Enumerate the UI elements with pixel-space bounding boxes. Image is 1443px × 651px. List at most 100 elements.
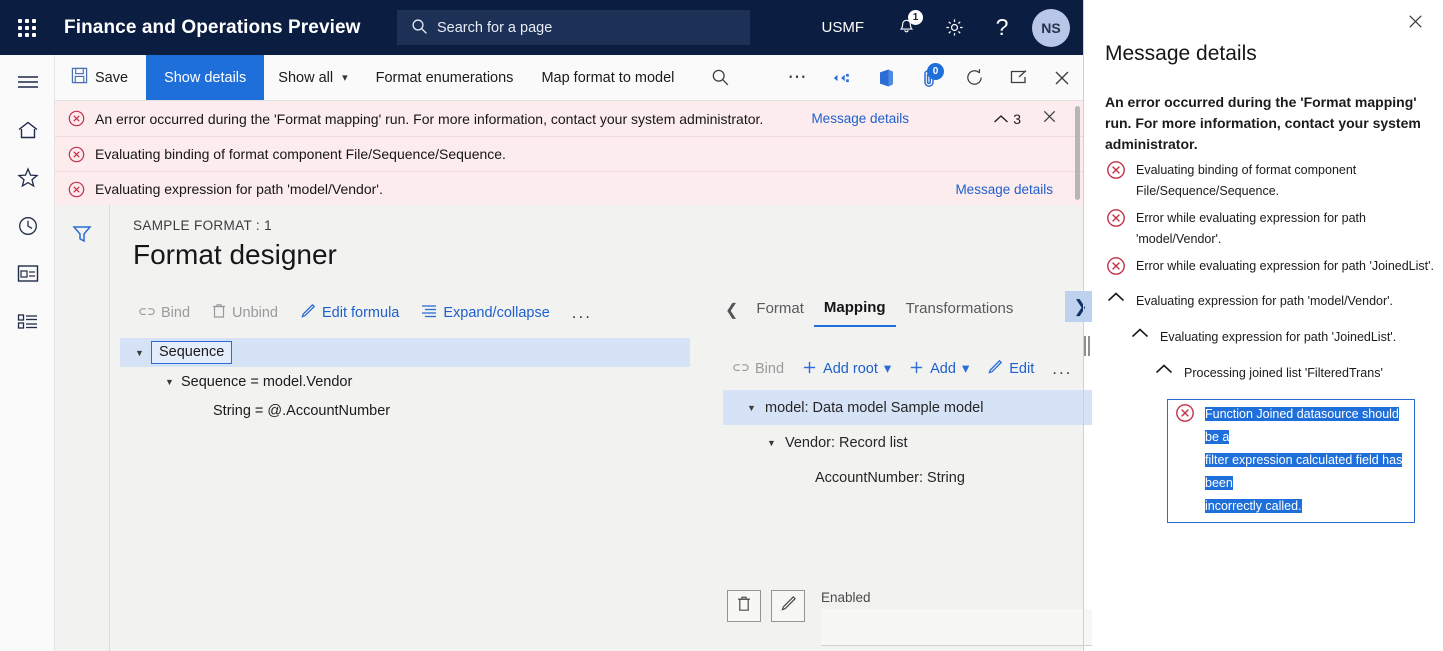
tree-row[interactable]: ▼ Vendor: Record list <box>723 425 1093 460</box>
format-enumerations-button[interactable]: Format enumerations <box>362 55 528 100</box>
sidebar-item-hamburger-menu[interactable] <box>0 62 55 106</box>
chevron-up-icon[interactable] <box>1129 327 1151 349</box>
enabled-input[interactable] <box>821 609 1109 646</box>
message-bar: An error occurred during the 'Format map… <box>55 101 1084 205</box>
trace-node[interactable]: Evaluating expression for path 'model/Ve… <box>1105 291 1439 313</box>
close-icon[interactable] <box>1406 12 1425 36</box>
tab-format[interactable]: Format <box>746 294 814 326</box>
trace-node[interactable]: Evaluating expression for path 'JoinedLi… <box>1129 327 1439 349</box>
add-label: Add <box>930 361 956 377</box>
page-title: Format designer <box>133 239 337 271</box>
sidebar-item-recent[interactable] <box>0 206 55 250</box>
tab-mapping[interactable]: Mapping <box>814 293 896 327</box>
notifications-button[interactable]: 1 <box>888 10 924 46</box>
expander-icon[interactable]: ▼ <box>165 377 181 387</box>
delete-button[interactable] <box>727 590 761 622</box>
link-icon <box>733 360 749 378</box>
error-list: Evaluating binding of format component F… <box>1105 160 1439 523</box>
bind-label: Bind <box>755 361 784 377</box>
overflow-menu-button[interactable]: ⋯ <box>776 55 820 100</box>
link-icon <box>139 304 155 322</box>
expander-icon[interactable]: ▼ <box>767 438 785 448</box>
pane-tabs: ❮ Format Mapping Transformations <box>725 293 1023 327</box>
tree-row[interactable]: AccountNumber: String <box>723 460 1093 495</box>
format-tree: ▼ Sequence ▼ Sequence = model.Vendor Str… <box>135 338 695 425</box>
tree-row[interactable]: ▼ Sequence = model.Vendor <box>135 367 695 396</box>
bind-button[interactable]: Bind <box>131 300 198 326</box>
panel-title: Message details <box>1105 42 1257 66</box>
chevron-left-icon[interactable]: ❮ <box>725 296 746 324</box>
error-icon <box>1105 255 1127 277</box>
global-search-box[interactable]: Search for a page <box>397 10 750 45</box>
modules-icon <box>17 313 39 336</box>
company-selector[interactable]: USMF <box>822 19 865 36</box>
message-bar-scrollbar[interactable] <box>1075 106 1080 200</box>
expand-collapse-button[interactable]: Expand/collapse <box>413 300 557 326</box>
page-header: SAMPLE FORMAT : 1 Format designer <box>133 218 337 271</box>
edit-formula-button[interactable]: Edit formula <box>292 299 407 327</box>
show-all-label: Show all <box>278 70 333 86</box>
open-in-new-window-icon[interactable] <box>996 55 1040 100</box>
expander-icon[interactable]: ▼ <box>135 348 151 358</box>
collapse-messages-button[interactable]: 3 <box>993 111 1021 127</box>
attachments-button[interactable]: 0 <box>908 55 952 100</box>
error-icon <box>1105 159 1127 181</box>
bind-button[interactable]: Bind <box>725 356 792 382</box>
chevron-down-icon: ▾ <box>884 361 891 377</box>
add-button[interactable]: Add ▾ <box>901 356 977 383</box>
error-icon <box>68 181 85 198</box>
tree-row[interactable]: ▼ Sequence <box>120 338 690 367</box>
bind-label: Bind <box>161 305 190 321</box>
tree-node-label: Vendor: Record list <box>785 435 908 451</box>
map-format-to-model-button[interactable]: Map format to model <box>527 55 688 100</box>
unbind-button[interactable]: Unbind <box>204 299 286 327</box>
gear-icon[interactable] <box>936 10 972 46</box>
search-icon[interactable] <box>698 55 742 100</box>
sidebar-item-workspaces[interactable] <box>0 254 55 298</box>
more-options-button[interactable]: ... <box>564 299 600 327</box>
chevron-up-icon[interactable] <box>1105 291 1127 313</box>
avatar[interactable]: NS <box>1032 9 1070 47</box>
sidebar-item-home[interactable] <box>0 110 55 154</box>
highlighted-error-box[interactable]: Function Joined datasource should be a f… <box>1167 399 1439 523</box>
edit-button[interactable]: Edit <box>979 355 1042 383</box>
message-details-link[interactable]: Message details <box>955 182 1053 197</box>
close-icon[interactable] <box>1041 108 1058 130</box>
tree-node-label: model: Data model Sample model <box>765 400 983 416</box>
tab-transformations[interactable]: Transformations <box>896 294 1024 326</box>
ellipsis-icon: ... <box>572 303 592 323</box>
filter-icon[interactable] <box>67 221 97 247</box>
more-options-button[interactable]: ... <box>1044 355 1080 383</box>
trace-text: Evaluating expression for path 'JoinedLi… <box>1160 327 1396 348</box>
sidebar-item-modules[interactable] <box>0 302 55 346</box>
selected-error-message[interactable]: Function Joined datasource should be a f… <box>1167 399 1415 523</box>
breadcrumb: SAMPLE FORMAT : 1 <box>133 218 337 233</box>
chevron-up-icon[interactable] <box>1153 363 1175 385</box>
message-bar-row: Evaluating expression for path 'model/Ve… <box>55 171 1084 206</box>
close-icon[interactable] <box>1040 55 1084 100</box>
tree-node-editor[interactable]: Sequence <box>151 341 232 364</box>
question-mark-icon[interactable]: ? <box>984 10 1020 46</box>
chevron-down-icon: ▾ <box>342 71 348 84</box>
edit-button[interactable] <box>771 590 805 622</box>
expander-icon[interactable]: ▼ <box>747 403 765 413</box>
refresh-icon[interactable] <box>952 55 996 100</box>
workspaces-icon <box>17 264 39 288</box>
format-designer-action-bar: Bind Unbind Edit formula Expand/collapse <box>131 299 600 327</box>
trash-icon <box>737 595 751 617</box>
show-all-button[interactable]: Show all ▾ <box>264 55 361 100</box>
tree-row[interactable]: ▼ model: Data model Sample model <box>723 390 1093 425</box>
add-root-button[interactable]: Add root ▾ <box>794 356 899 383</box>
share-icon[interactable] <box>820 55 864 100</box>
message-details-link[interactable]: Message details <box>811 111 909 126</box>
show-details-button[interactable]: Show details <box>146 55 264 100</box>
open-in-office-icon[interactable] <box>864 55 908 100</box>
trace-node[interactable]: Processing joined list 'FilteredTrans' <box>1153 363 1439 385</box>
panel-divider <box>1083 0 1084 651</box>
tree-row[interactable]: String = @.AccountNumber <box>135 396 695 425</box>
sidebar-item-favorites[interactable] <box>0 158 55 202</box>
list-icon <box>421 304 437 322</box>
save-button[interactable]: Save <box>55 55 146 100</box>
app-launcher-waffle-icon[interactable] <box>0 0 54 55</box>
trash-icon <box>212 303 226 323</box>
